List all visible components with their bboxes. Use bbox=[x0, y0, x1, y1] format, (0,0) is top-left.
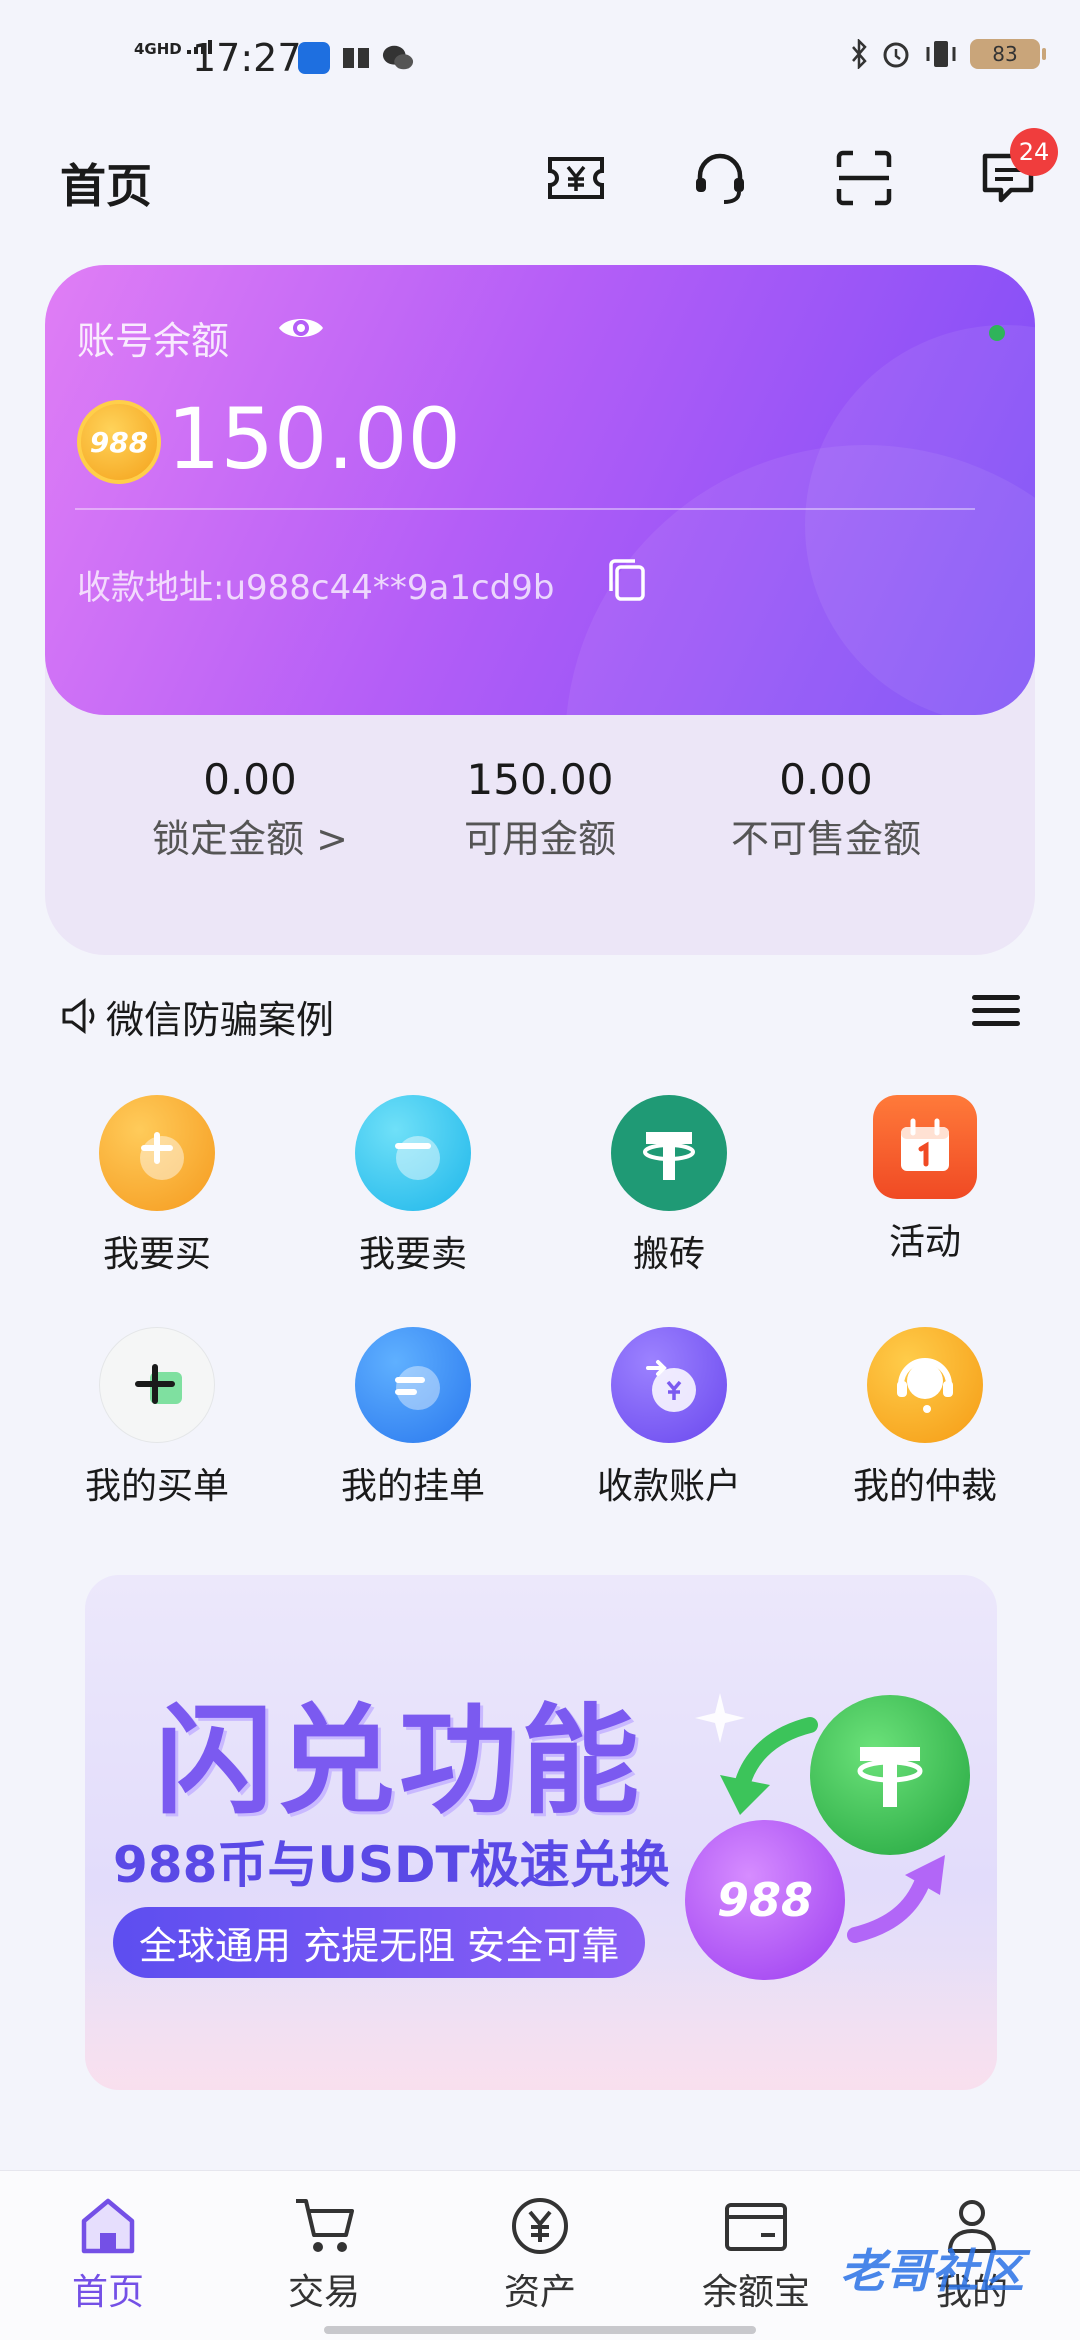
home-indicator[interactable] bbox=[324, 2326, 756, 2334]
balance-label: 账号余额 bbox=[77, 319, 230, 363]
headset-icon bbox=[696, 153, 744, 204]
menu-line bbox=[972, 1021, 1020, 1026]
my-listings-button[interactable]: 我的挂单 bbox=[313, 1327, 513, 1509]
divider bbox=[75, 508, 975, 510]
stat-label: 可用金额 bbox=[463, 817, 616, 861]
banner-subtitle: 988币与USDT极速兑换 bbox=[113, 1836, 670, 1894]
menu-line bbox=[972, 1008, 1020, 1013]
stat-value: 0.00 bbox=[203, 755, 297, 804]
receive-accounts-button[interactable]: 收款账户 bbox=[569, 1327, 769, 1509]
scan-button[interactable] bbox=[832, 146, 896, 210]
book-icon bbox=[343, 48, 369, 68]
tab-label: 首页 bbox=[71, 2272, 144, 2313]
customer-service-button[interactable] bbox=[688, 146, 752, 210]
action-label: 搬砖 bbox=[632, 1234, 705, 1275]
copy-address-button[interactable] bbox=[605, 557, 649, 607]
receive-account-icon bbox=[611, 1327, 727, 1443]
status-right: 83 bbox=[850, 38, 1046, 70]
ticket-yuan-icon bbox=[548, 157, 604, 199]
calendar-icon bbox=[873, 1095, 977, 1199]
action-label: 我的挂单 bbox=[340, 1466, 485, 1507]
copy-icon bbox=[609, 559, 645, 601]
eye-icon bbox=[279, 319, 323, 337]
stat-value: 150.00 bbox=[466, 755, 614, 804]
stat-label: 锁定金额 > bbox=[152, 817, 348, 861]
unsellable-amount: 0.00 不可售金额 bbox=[686, 755, 966, 863]
tab-trade[interactable]: 交易 bbox=[244, 2195, 404, 2315]
balance-card: 账号余额 988 150.00 收款地址:u988c44**9a1cd9b bbox=[45, 265, 1035, 715]
menu-button[interactable] bbox=[972, 995, 1020, 1035]
toggle-visibility-button[interactable] bbox=[277, 310, 325, 350]
wallet-card-icon bbox=[725, 2203, 787, 2251]
network-label: 4GHD bbox=[134, 40, 182, 58]
scan-icon bbox=[836, 150, 892, 206]
action-label: 我要买 bbox=[102, 1234, 211, 1275]
stat-value: 0.00 bbox=[779, 755, 873, 804]
speaker-icon bbox=[62, 998, 95, 1034]
buy-icon bbox=[99, 1095, 215, 1211]
wechat-icon bbox=[382, 45, 414, 70]
swap-arrow-icon bbox=[720, 1717, 818, 1815]
tab-label: 资产 bbox=[503, 2272, 576, 2313]
coin-988-banner-icon: 988 bbox=[685, 1820, 845, 1980]
receive-address: 收款地址:u988c44**9a1cd9b bbox=[77, 568, 555, 608]
events-button[interactable]: 活动 bbox=[825, 1095, 1025, 1265]
swap-arrow-up-icon bbox=[847, 1855, 945, 1943]
my-arbitration-button[interactable]: 我的仲裁 bbox=[825, 1327, 1025, 1509]
coin-988-icon: 988 bbox=[77, 400, 161, 484]
action-label: 我的买单 bbox=[84, 1466, 229, 1507]
flash-swap-banner[interactable]: 闪兑功能 988币与USDT极速兑换 全球通用 充提无阻 安全可靠 988 bbox=[85, 1575, 997, 2090]
top-header: 首页 24 bbox=[0, 128, 1080, 230]
available-amount: 150.00 可用金额 bbox=[400, 755, 680, 863]
online-status-dot bbox=[989, 325, 1005, 341]
yuan-icon bbox=[512, 2198, 568, 2254]
sell-button[interactable]: 我要卖 bbox=[313, 1095, 513, 1277]
alarm-icon bbox=[883, 42, 909, 68]
banner-tagline: 全球通用 充提无阻 安全可靠 bbox=[113, 1907, 646, 1978]
stat-label: 不可售金额 bbox=[730, 817, 921, 861]
status-bar: 4GHD 17:27 83 bbox=[0, 0, 1080, 120]
app-notification-icon bbox=[298, 42, 330, 74]
buy-button[interactable]: 我要买 bbox=[57, 1095, 257, 1277]
message-badge: 24 bbox=[1010, 128, 1058, 176]
add-order-icon bbox=[99, 1327, 215, 1443]
usdt-coin-icon bbox=[810, 1695, 970, 1855]
sell-icon bbox=[355, 1095, 471, 1211]
list-order-icon bbox=[355, 1327, 471, 1443]
ticket-button[interactable] bbox=[544, 146, 608, 210]
tab-assets[interactable]: 资产 bbox=[460, 2195, 620, 2315]
locked-amount-button[interactable]: 0.00 锁定金额 > bbox=[110, 755, 390, 863]
action-label: 活动 bbox=[888, 1222, 961, 1263]
menu-line bbox=[972, 995, 1020, 1000]
page-title: 首页 bbox=[60, 159, 152, 213]
tab-savings[interactable]: 余额宝 bbox=[676, 2195, 836, 2315]
watermark: 老哥社区 bbox=[840, 2244, 1024, 2298]
messages-button[interactable]: 24 bbox=[976, 128, 1058, 210]
tab-home[interactable]: 首页 bbox=[28, 2195, 188, 2315]
cart-icon bbox=[296, 2199, 354, 2252]
tether-icon bbox=[611, 1095, 727, 1211]
battery-indicator: 83 bbox=[970, 39, 1046, 69]
banner-title: 闪兑功能 bbox=[155, 1692, 644, 1830]
tab-label: 余额宝 bbox=[701, 2272, 810, 2313]
action-label: 收款账户 bbox=[596, 1466, 741, 1507]
home-icon bbox=[81, 2198, 135, 2254]
notice-text: 微信防骗案例 bbox=[106, 998, 335, 1042]
action-label: 我要卖 bbox=[358, 1234, 467, 1275]
notice-bar[interactable]: 微信防骗案例 bbox=[60, 985, 1020, 1045]
arbitrage-button[interactable]: 搬砖 bbox=[569, 1095, 769, 1277]
action-label: 我的仲裁 bbox=[852, 1466, 997, 1507]
bluetooth-icon bbox=[852, 39, 867, 69]
clock: 17:27 bbox=[192, 36, 302, 80]
tab-label: 交易 bbox=[287, 2272, 360, 2313]
balance-amount: 150.00 bbox=[167, 390, 461, 488]
vibrate-icon bbox=[926, 41, 956, 67]
support-agent-icon bbox=[867, 1327, 983, 1443]
my-buy-orders-button[interactable]: 我的买单 bbox=[57, 1327, 257, 1509]
